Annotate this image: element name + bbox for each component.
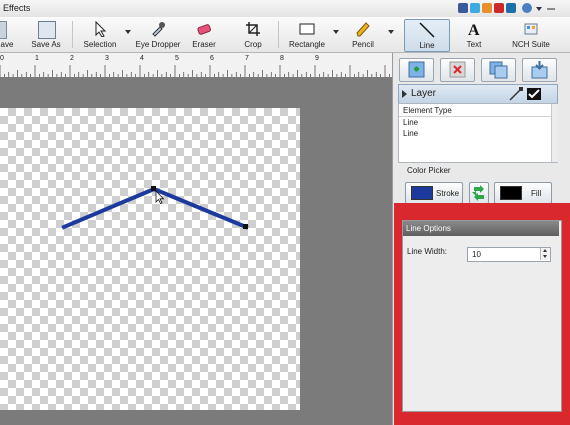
layer-list-header: Element Type (399, 104, 551, 117)
line-options-header: Line Options (403, 221, 559, 236)
fill-color-button[interactable]: Fill (494, 182, 552, 204)
linkedin-icon[interactable] (506, 3, 516, 13)
help-icon[interactable] (522, 3, 532, 13)
layer-row[interactable]: Line (399, 128, 551, 139)
rectangle-icon (299, 23, 315, 35)
merge-layer-button[interactable] (522, 58, 557, 82)
layer-panel-header[interactable]: Layer (398, 84, 558, 104)
menu-effects[interactable]: Effects (3, 3, 30, 13)
pencil-icon (356, 22, 370, 37)
swap-arrows-icon (472, 185, 484, 201)
add-layer-icon (408, 61, 425, 78)
color-picker-title: Color Picker (407, 166, 451, 175)
menu-bar: Effects (0, 0, 570, 18)
color-picker-section: Color Picker Stroke Fill (398, 164, 556, 204)
delete-layer-icon (449, 61, 466, 78)
ruler-label: 4 (140, 55, 144, 62)
layer-row[interactable]: Line (399, 117, 551, 128)
add-layer-button[interactable] (399, 58, 434, 82)
toolbar: ave Save As Selection Eye Dropper Eraser… (0, 17, 570, 53)
ruler-label: 2 (70, 55, 74, 62)
line-width-value[interactable]: 10 (472, 250, 481, 259)
layer-list[interactable]: Element Type Line Line (398, 103, 558, 163)
ruler-label: 9 (315, 55, 319, 62)
line-width-stepper[interactable]: 10 (467, 247, 551, 262)
selection-tool-button[interactable]: Selection (78, 19, 122, 50)
eraser-icon (197, 24, 211, 35)
layer-line-icon[interactable] (509, 87, 523, 101)
ruler-label: 7 (245, 55, 249, 62)
svg-text:A: A (468, 22, 480, 37)
stroke-label: Stroke (436, 189, 460, 198)
rss-icon[interactable] (482, 3, 492, 13)
pencil-dropdown-icon[interactable] (388, 30, 394, 34)
facebook-icon[interactable] (458, 3, 468, 13)
minimize-icon[interactable] (547, 8, 555, 10)
drawing-canvas[interactable] (0, 108, 300, 410)
save-as-button[interactable]: Save As (26, 19, 66, 50)
ruler-label: 6 (210, 55, 214, 62)
ruler-label: 5 (175, 55, 179, 62)
layer-row-label: Line (403, 129, 419, 138)
line-options-title: Line Options (406, 224, 451, 233)
line-handle[interactable] (243, 224, 248, 229)
collapse-arrow-icon[interactable] (402, 90, 407, 98)
duplicate-layer-button[interactable] (481, 58, 516, 82)
cursor-icon (95, 21, 107, 37)
line-width-label: Line Width: (407, 247, 448, 256)
merge-layer-icon (531, 61, 548, 79)
stroke-color-button[interactable]: Stroke (405, 182, 463, 204)
layer-row-label: Line (403, 118, 419, 127)
pencil-tool-button[interactable]: Pencil (346, 19, 380, 50)
visibility-icon[interactable] (527, 88, 541, 100)
save-as-icon (38, 21, 56, 39)
ruler-label: 8 (280, 55, 284, 62)
save-icon (0, 21, 7, 39)
text-tool-button[interactable]: A Text (456, 19, 492, 50)
ruler-label: 3 (105, 55, 109, 62)
eye-dropper-tool-button[interactable]: Eye Dropper (134, 19, 182, 50)
crop-icon (246, 22, 260, 36)
nch-suite-button[interactable]: NCH Suite (502, 19, 560, 50)
fill-label: Fill (531, 189, 542, 198)
nch-suite-icon (524, 23, 538, 35)
layer-panel-title: Layer (411, 88, 437, 99)
up-arrow-icon (543, 249, 547, 252)
line-tool-button[interactable]: Line (404, 19, 450, 52)
toolbar-divider (72, 21, 73, 48)
youtube-icon[interactable] (494, 3, 504, 13)
drawn-lines[interactable] (0, 108, 300, 410)
selection-dropdown-icon[interactable] (125, 30, 131, 34)
ruler-label: 0 (0, 55, 4, 62)
ruler-ticks (0, 65, 390, 77)
line-handle[interactable] (151, 186, 156, 191)
layer-list-scrollbar[interactable] (551, 104, 558, 162)
save-button[interactable]: ave (0, 19, 16, 50)
swap-colors-button[interactable] (469, 182, 489, 204)
duplicate-layer-icon (489, 61, 508, 79)
toolbar-divider (278, 21, 279, 48)
eye-dropper-icon (152, 22, 165, 37)
element-type-column-header: Element Type (403, 106, 452, 115)
drawn-line-2[interactable] (151, 186, 249, 230)
text-icon: A (468, 22, 480, 37)
rectangle-tool-button[interactable]: Rectangle (284, 19, 330, 50)
rectangle-dropdown-icon[interactable] (333, 30, 339, 34)
ruler-label: 1 (35, 55, 39, 62)
help-dropdown-icon[interactable] (536, 7, 542, 11)
fill-color-swatch (500, 186, 522, 200)
twitter-icon[interactable] (470, 3, 480, 13)
decrement-button[interactable] (540, 254, 550, 260)
eraser-tool-button[interactable]: Eraser (186, 19, 222, 50)
delete-layer-button[interactable] (440, 58, 475, 82)
line-icon (419, 22, 435, 38)
crop-tool-button[interactable]: Crop (236, 19, 270, 50)
drawn-line-1[interactable] (61, 186, 157, 230)
horizontal-ruler: 0 1 2 3 4 5 6 7 8 9 (0, 53, 392, 78)
stroke-color-swatch (411, 186, 433, 200)
down-arrow-icon (543, 255, 547, 258)
